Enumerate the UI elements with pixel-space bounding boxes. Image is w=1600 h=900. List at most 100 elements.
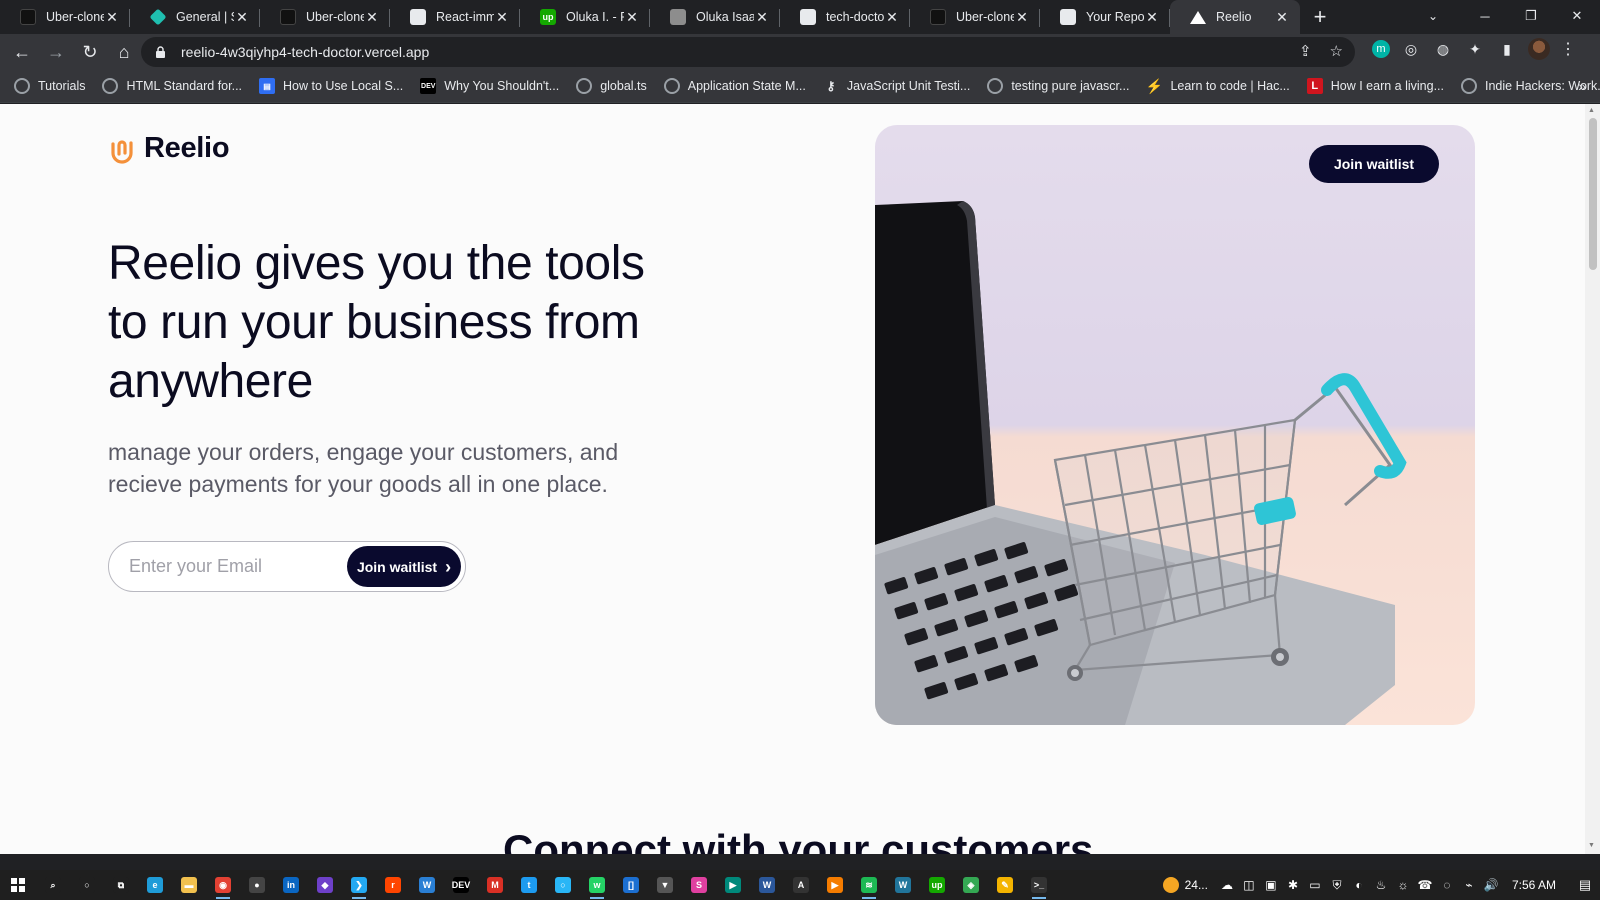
cortana-taskbar-icon[interactable]: ○ xyxy=(70,870,104,900)
lock-icon[interactable] xyxy=(155,46,167,58)
join-waitlist-button[interactable]: Join waitlist › xyxy=(347,546,461,587)
obs-taskbar-icon[interactable]: ● xyxy=(240,870,274,900)
browser-tab[interactable]: Oluka Isaac✕ xyxy=(650,0,780,34)
bookmark-item[interactable]: testing pure javascr... xyxy=(987,78,1129,94)
browser-menu-icon[interactable]: ⋮ xyxy=(1560,39,1576,59)
tray-icon[interactable]: ⌁ xyxy=(1458,878,1480,893)
edge-taskbar-icon[interactable]: e xyxy=(138,870,172,900)
bookmark-item[interactable]: DEV Why You Shouldn't... xyxy=(420,78,559,94)
twitter-taskbar-icon[interactable]: t xyxy=(512,870,546,900)
m-extension-icon[interactable]: m xyxy=(1372,40,1390,58)
vpn-taskbar-icon[interactable]: ▼ xyxy=(648,870,682,900)
taskview-taskbar-icon[interactable]: ⧉ xyxy=(104,870,138,900)
explorer-taskbar-icon[interactable]: ▬ xyxy=(172,870,206,900)
close-window-button[interactable]: ✕ xyxy=(1554,0,1600,32)
word-taskbar-icon[interactable]: W xyxy=(750,870,784,900)
tab-close-icon[interactable]: ✕ xyxy=(1014,9,1030,26)
tab-close-icon[interactable]: ✕ xyxy=(754,9,770,26)
minimize-button[interactable]: ─ xyxy=(1462,0,1508,32)
tray-icon[interactable]: ☁ xyxy=(1216,878,1238,893)
brackets-taskbar-icon[interactable]: [] xyxy=(614,870,648,900)
gmail-taskbar-icon[interactable]: M xyxy=(478,870,512,900)
vscode-taskbar-icon[interactable]: ❯ xyxy=(342,870,376,900)
new-tab-button[interactable]: + xyxy=(1300,0,1340,34)
restore-button[interactable]: ❐ xyxy=(1508,0,1554,32)
address-bar[interactable]: reelio-4w3qiyhp4-tech-doctor.vercel.app … xyxy=(141,37,1355,67)
bookmark-item[interactable]: ▤ How to Use Local S... xyxy=(259,78,403,94)
tray-icon[interactable]: ☼ xyxy=(1392,878,1414,893)
puzzle-extensions-icon[interactable]: ✦ xyxy=(1464,38,1486,60)
browser-tab[interactable]: up Oluka I. - Fre✕ xyxy=(520,0,650,34)
bookmark-item[interactable]: global.ts xyxy=(576,78,647,94)
home-button[interactable]: ⌂ xyxy=(108,36,140,68)
tray-icon[interactable]: ▣ xyxy=(1260,878,1282,893)
bookmark-item[interactable]: ⚡ Learn to code | Hac... xyxy=(1146,78,1290,94)
browser-tab[interactable]: React-immut✕ xyxy=(390,0,520,34)
tab-close-icon[interactable]: ✕ xyxy=(884,9,900,26)
badge-extension-icon[interactable]: ◍ xyxy=(1432,38,1454,60)
chrome-taskbar-icon[interactable]: ◉ xyxy=(206,870,240,900)
email-input[interactable] xyxy=(129,556,349,577)
share-icon[interactable]: ⇪ xyxy=(1299,42,1312,60)
browser-tab[interactable]: Your Reposit✕ xyxy=(1040,0,1170,34)
tray-icon[interactable]: ◌ xyxy=(1436,878,1458,893)
tab-close-icon[interactable]: ✕ xyxy=(624,9,640,26)
bookmark-item[interactable]: Tutorials xyxy=(14,78,85,94)
wp-taskbar-icon[interactable]: W xyxy=(886,870,920,900)
tray-icon[interactable]: ✱ xyxy=(1282,878,1304,893)
reddit-taskbar-icon[interactable]: r xyxy=(376,870,410,900)
media-taskbar-icon[interactable]: ▶ xyxy=(818,870,852,900)
bookmark-star-icon[interactable]: ☆ xyxy=(1330,42,1343,60)
tab-close-icon[interactable]: ✕ xyxy=(1274,9,1290,26)
spotify-taskbar-icon[interactable]: ≋ xyxy=(852,870,886,900)
wordpress-taskbar-icon[interactable]: W xyxy=(410,870,444,900)
clock[interactable]: 7:56 AM xyxy=(1512,878,1556,892)
terminal-taskbar-icon[interactable]: >_ xyxy=(1022,870,1056,900)
header-join-waitlist-button[interactable]: Join waitlist xyxy=(1309,145,1439,183)
forward-button[interactable]: → xyxy=(40,36,72,68)
tab-close-icon[interactable]: ✕ xyxy=(104,9,120,26)
tool-taskbar-icon[interactable]: ✎ xyxy=(988,870,1022,900)
tray-icon[interactable]: ☎ xyxy=(1414,878,1436,893)
tab-close-icon[interactable]: ✕ xyxy=(1144,9,1160,26)
scrollbar-thumb[interactable] xyxy=(1589,118,1597,270)
profile-avatar[interactable] xyxy=(1528,38,1550,60)
scroll-down-icon[interactable]: ▼ xyxy=(1588,842,1595,849)
browser-tab[interactable]: Reelio ✕ xyxy=(1170,0,1300,34)
target-extension-icon[interactable]: ◎ xyxy=(1400,38,1422,60)
tab-close-icon[interactable]: ✕ xyxy=(364,9,380,26)
tab-close-icon[interactable]: ✕ xyxy=(234,9,250,26)
browser-tab[interactable]: General | Site✕ xyxy=(130,0,260,34)
reload-button[interactable]: ↻ xyxy=(74,36,106,68)
browser-tab[interactable]: Uber-clone ✕ xyxy=(0,0,130,34)
whatsapp-taskbar-icon[interactable]: w xyxy=(580,870,614,900)
tray-icon[interactable]: ♨ xyxy=(1370,878,1392,893)
bookmarks-overflow-button[interactable]: » xyxy=(1578,78,1586,94)
browser-tab[interactable]: Uber-clone ✕ xyxy=(910,0,1040,34)
meet-taskbar-icon[interactable]: ▶ xyxy=(716,870,750,900)
font-taskbar-icon[interactable]: A xyxy=(784,870,818,900)
tab-close-icon[interactable]: ✕ xyxy=(494,9,510,26)
github-desktop-taskbar-icon[interactable]: ◆ xyxy=(308,870,342,900)
slides-taskbar-icon[interactable]: S xyxy=(682,870,716,900)
bookmark-item[interactable]: HTML Standard for... xyxy=(102,78,242,94)
brand-logo[interactable]: Reelio xyxy=(108,132,230,165)
tray-icon[interactable]: ◫ xyxy=(1238,878,1260,893)
browser-tab[interactable]: Uber-clone ✕ xyxy=(260,0,390,34)
back-button[interactable]: ← xyxy=(6,36,38,68)
tray-icon[interactable]: 🔊 xyxy=(1480,878,1502,893)
dev-taskbar-icon[interactable]: DEV xyxy=(444,870,478,900)
sidepanel-icon[interactable]: ▮ xyxy=(1496,38,1518,60)
scroll-up-icon[interactable]: ▲ xyxy=(1588,107,1595,114)
start-button[interactable] xyxy=(0,870,36,900)
tray-icon[interactable]: ◐ xyxy=(1348,878,1370,893)
circle-taskbar-icon[interactable]: ○ xyxy=(546,870,580,900)
linkedin-taskbar-icon[interactable]: in xyxy=(274,870,308,900)
page-scrollbar[interactable]: ▲ ▼ xyxy=(1585,104,1600,854)
browser-tab[interactable]: tech-doctor/✕ xyxy=(780,0,910,34)
bookmark-item[interactable]: L How I earn a living... xyxy=(1306,78,1444,94)
address-url[interactable]: reelio-4w3qiyhp4-tech-doctor.vercel.app xyxy=(181,44,429,60)
notification-center-icon[interactable]: ▤ xyxy=(1570,877,1600,893)
tray-icon[interactable]: ▭ xyxy=(1304,878,1326,893)
bookmark-item[interactable]: ⚷ JavaScript Unit Testi... xyxy=(823,78,970,94)
